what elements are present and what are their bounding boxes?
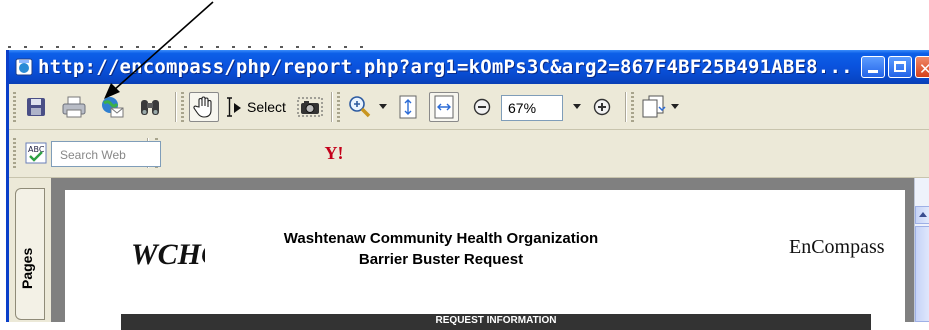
toolbar-grip[interactable] (13, 92, 16, 122)
secondary-toolbar: ABC Search Web Y! (9, 130, 929, 178)
fit-page-height-icon (399, 95, 417, 119)
toolbar-separator (175, 92, 177, 122)
title-bar[interactable]: http://encompass/php/report.php?arg1=kOm… (9, 50, 929, 84)
section-header-bar: REQUEST INFORMATION (121, 314, 871, 330)
zoom-in-button[interactable] (587, 92, 617, 122)
zoom-tool-dropdown-arrow[interactable] (379, 104, 387, 109)
spell-check-button[interactable]: ABC (21, 138, 51, 168)
wcho-logo: WCHO (131, 238, 205, 271)
camera-icon (297, 97, 323, 117)
maximize-button[interactable] (888, 56, 912, 78)
pages-tab-label: Pages (19, 247, 35, 289)
minus-circle-icon (473, 98, 491, 116)
scroll-up-button[interactable] (915, 206, 929, 224)
spell-check-icon: ABC (25, 142, 47, 164)
dashed-divider (8, 46, 368, 48)
text-cursor-icon (227, 97, 241, 117)
pages-stack-icon (642, 95, 666, 118)
main-toolbar: Select 67% (9, 84, 929, 130)
toolbar-grip[interactable] (13, 138, 16, 168)
toolbar-grip[interactable] (631, 92, 634, 122)
pages-panel-tab[interactable]: Pages (15, 188, 45, 320)
yahoo-search-button[interactable]: Y! (319, 138, 349, 168)
snapshot-tool-button[interactable] (295, 92, 325, 122)
select-tool-label[interactable]: Select (247, 99, 286, 115)
globe-mail-icon (102, 97, 124, 118)
page-layout-dropdown-arrow[interactable] (671, 104, 679, 109)
ie-page-icon (15, 58, 33, 76)
zoom-level-dropdown-arrow[interactable] (573, 104, 581, 109)
vertical-scrollbar[interactable] (914, 178, 929, 322)
fit-height-button[interactable] (393, 92, 423, 122)
page-layout-button[interactable] (639, 92, 669, 122)
fit-width-button[interactable] (429, 92, 459, 122)
section-header-text: REQUEST INFORMATION (435, 315, 557, 326)
zoom-level-input[interactable]: 67% (501, 95, 563, 121)
content-area: Pages WCHO Washtenaw Community Health Or… (9, 178, 929, 330)
organization-name: Washtenaw Community Health Organization (283, 230, 599, 247)
minimize-button[interactable] (861, 56, 885, 78)
print-button[interactable] (59, 92, 89, 122)
yahoo-logo-icon: Y! (324, 142, 344, 163)
plus-circle-icon (593, 98, 611, 116)
zoom-in-tool-button[interactable] (345, 92, 375, 122)
email-button[interactable] (97, 92, 127, 122)
fit-page-width-icon (434, 95, 454, 119)
printer-icon (62, 96, 86, 118)
svg-text:WCHO: WCHO (131, 238, 205, 271)
find-button[interactable] (135, 92, 165, 122)
document-page: WCHO Washtenaw Community Health Organiza… (65, 190, 905, 330)
hand-tool-button[interactable] (189, 92, 219, 122)
toolbar-grip[interactable] (181, 92, 184, 122)
binoculars-icon (141, 100, 159, 115)
request-title: Barrier Buster Request (358, 251, 524, 268)
magnifier-icon (349, 96, 371, 118)
close-button[interactable]: ✕ (915, 56, 929, 78)
window-title: http://encompass/php/report.php?arg1=kOm… (38, 56, 853, 78)
toolbar-separator (331, 92, 333, 122)
toolbar-grip[interactable] (337, 92, 340, 122)
select-tool-icon-wrap[interactable] (221, 92, 247, 122)
toolbar-separator (625, 92, 627, 122)
browser-window: http://encompass/php/report.php?arg1=kOm… (6, 50, 929, 330)
zoom-out-button[interactable] (467, 92, 497, 122)
save-button[interactable] (21, 92, 51, 122)
encompass-logo: EnCompass (789, 236, 885, 258)
document-viewport[interactable]: WCHO Washtenaw Community Health Organiza… (51, 178, 914, 330)
hand-icon (193, 96, 212, 118)
floppy-disk-icon (27, 98, 45, 116)
search-web-input[interactable]: Search Web (51, 141, 161, 167)
scroll-thumb[interactable] (915, 226, 929, 322)
